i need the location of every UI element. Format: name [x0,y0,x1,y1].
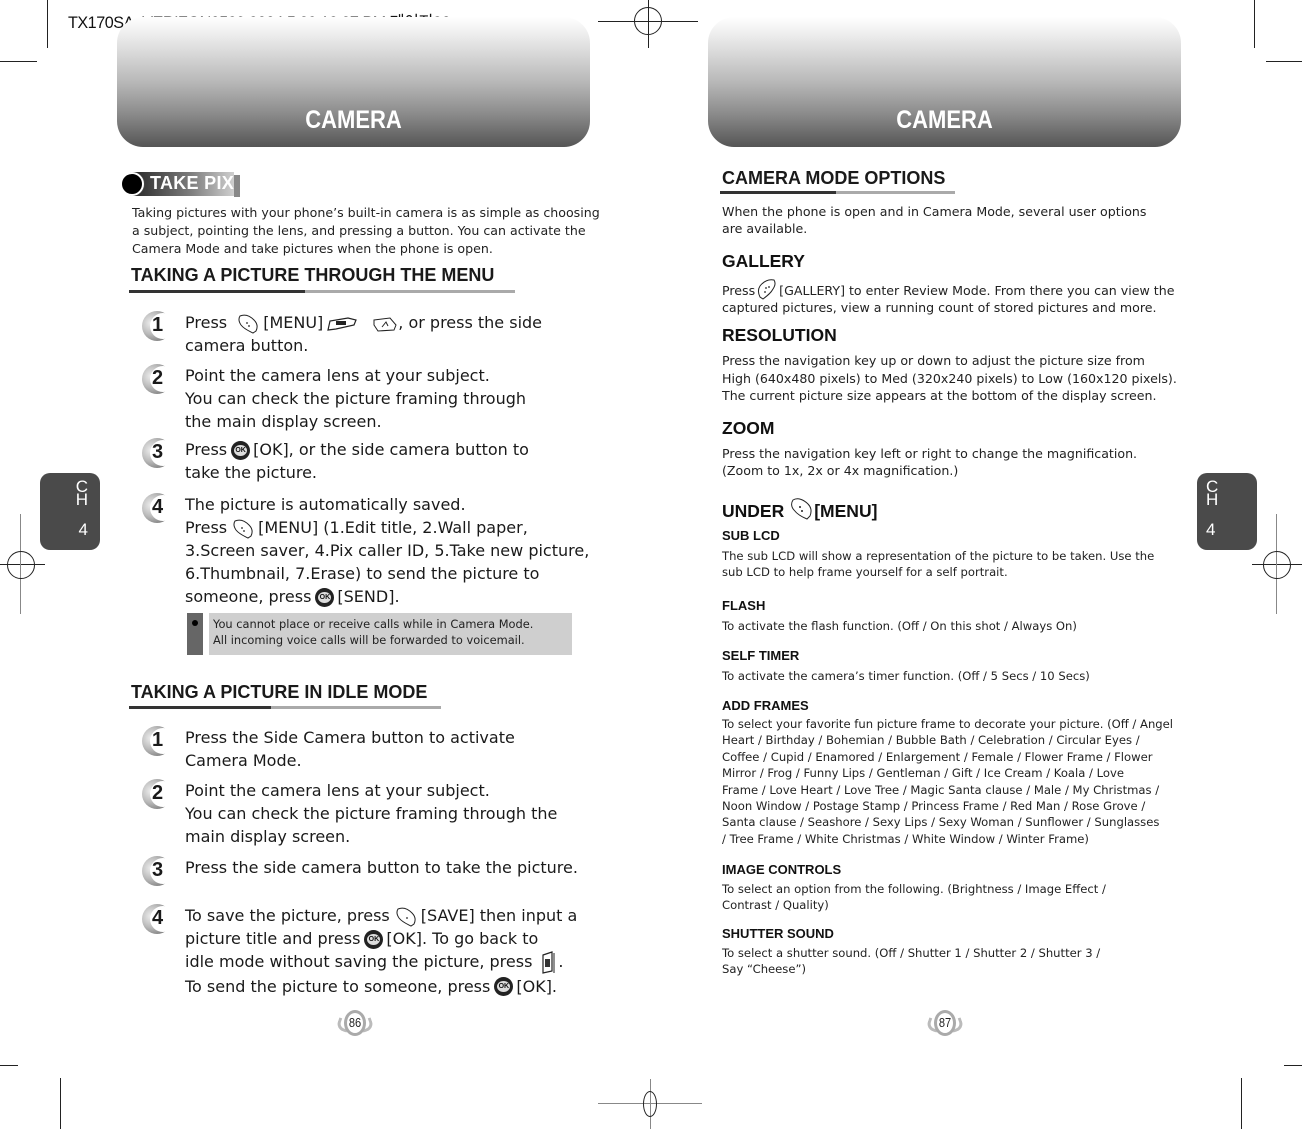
crop-mark [60,1078,61,1129]
left-soft-key-icon [788,497,814,520]
ok-key-icon: OK [364,929,384,950]
step-number-badge: 1 [140,311,176,345]
menu-camera-icon [326,315,360,333]
page-title: CAMERA [305,106,402,134]
badge-end [234,175,240,197]
option-text: To select a shutter sound. (Off / Shutte… [722,946,1101,977]
section-title: CAMERA MODE OPTIONS [722,168,946,188]
registration-circle [643,1091,657,1117]
page-title: CAMERA [896,106,993,134]
crop-mark [1284,1065,1302,1066]
gallery-text: Press [GALLERY] to enter Review Mode. Fro… [722,278,1174,316]
step-text: The picture is automatically saved. Pres… [185,495,590,608]
section-underline [129,290,515,293]
step-number-badge: 4 [140,904,176,938]
step-text: Press [MENU], or press the side camera b… [185,313,543,355]
option-title: SELF TIMER [722,648,800,663]
ok-key-icon: OK [315,587,335,608]
under-menu-title: UNDER [MENU] [722,497,877,522]
step-number-badge: 3 [140,856,176,890]
registration-circle [1263,551,1291,579]
chapter-letter: H [75,490,88,509]
gallery-title: GALLERY [722,251,805,271]
section-underline [720,191,955,194]
intro-paragraph: Taking pictures with your phone’s built-… [132,205,600,256]
chapter-tab: C H 4 [1197,473,1257,550]
step-text: To save the picture, press [SAVE] then in… [185,906,578,997]
note-text: You cannot place or receive calls while … [209,613,572,655]
chapter-number: 4 [78,520,88,539]
section-title: TAKING A PICTURE IN IDLE MODE [131,682,428,702]
zoom-title: ZOOM [722,418,775,438]
registration-circle [634,7,662,35]
section-title: TAKING A PICTURE THROUGH THE MENU [131,265,495,285]
camera-key-icon [372,315,398,333]
bullet-dot-icon [120,172,144,196]
left-soft-key-icon [231,519,255,539]
chapter-number: 4 [1206,520,1216,539]
page-header-banner: CAMERA [708,17,1181,147]
option-text: The sub LCD will show a representation o… [722,549,1155,580]
page-number-badge: 86 [335,1010,375,1036]
option-title: ADD FRAMES [722,698,809,713]
page-number: 86 [348,1015,362,1030]
step-text: Press the side camera button to take the… [185,858,578,877]
resolution-text: Press the navigation key up or down to a… [722,353,1177,403]
step-number-badge: 4 [140,493,176,527]
left-soft-key-icon [236,314,260,334]
step-text: Point the camera lens at your subject. Y… [185,781,558,846]
step-number-badge: 2 [140,364,176,398]
end-key-icon [540,950,558,975]
note-box: You cannot place or receive calls while … [187,613,572,655]
ok-key-icon: OK [494,977,514,997]
section-badge-label: TAKE PIX [150,173,235,193]
step-text: Point the camera lens at your subject. Y… [185,366,527,431]
option-title: SUB LCD [722,528,780,543]
step-number-badge: 3 [140,438,176,472]
crop-mark [1254,0,1255,48]
ok-key-icon: OK [231,440,251,461]
bullet-icon [192,620,198,626]
options-intro: When the phone is open and in Camera Mod… [722,204,1147,236]
crop-mark [0,1065,18,1066]
page-header-banner: CAMERA [117,17,590,147]
right-soft-key-icon [756,278,778,300]
zoom-text: Press the navigation key left or right t… [722,446,1138,478]
crop-mark [0,61,37,62]
option-title: SHUTTER SOUND [722,926,834,941]
option-text: To activate the camera’s timer function.… [722,669,1090,683]
chapter-letter: H [1206,490,1219,509]
section-underline [129,706,441,709]
step-text: Press the Side Camera button to activate… [185,728,515,770]
registration-circle [7,551,35,579]
option-title: FLASH [722,598,766,613]
page-number: 87 [938,1015,952,1030]
step-number-badge: 2 [140,779,176,813]
option-text: To select your favorite fun picture fram… [722,717,1174,846]
resolution-title: RESOLUTION [722,325,837,345]
crop-mark [47,0,48,48]
right-soft-key-icon [394,907,418,927]
crop-mark [1241,1078,1242,1129]
chapter-tab: C H 4 [40,473,100,550]
page-number-badge: 87 [925,1010,965,1036]
step-text: Press OK [OK], or the side camera button t… [185,440,529,482]
crop-mark [1266,61,1302,62]
option-text: To select an option from the following. … [722,882,1106,913]
section-badge: TAKE PIX [120,170,242,197]
option-title: IMAGE CONTROLS [722,862,842,877]
note-bar [187,613,203,655]
option-text: To activate the flash function. (Off / O… [722,619,1077,633]
step-number-badge: 1 [140,726,176,760]
